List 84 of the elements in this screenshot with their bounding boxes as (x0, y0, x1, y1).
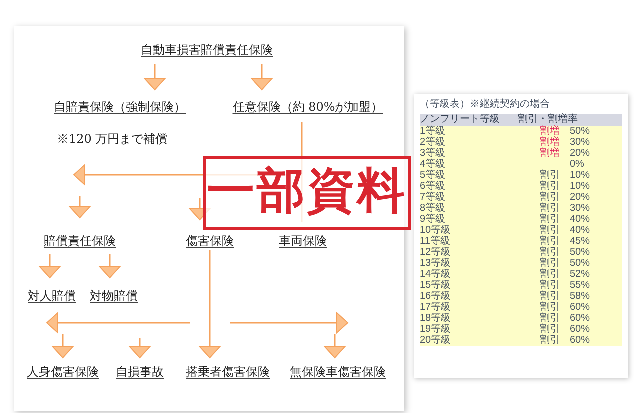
rate-type: 割引 (540, 258, 561, 269)
down-arrow (324, 334, 346, 359)
rate-type: 割引 (540, 269, 561, 280)
grade-cell-text: 6等級 (420, 181, 447, 192)
chart-node-label: 搭乗者傷害保険 (186, 364, 270, 380)
grade-cell-text: 16等級 (420, 291, 452, 302)
chart-node-label: 車両保険 (279, 233, 327, 249)
down-arrow (98, 254, 122, 279)
grade-cell-text: 2等級 (420, 137, 447, 148)
rate-type: 割引 (540, 335, 561, 346)
rate-type: 割引 (540, 313, 561, 324)
grade-cell-text: 7等級 (420, 192, 447, 203)
rate-value: 40% (570, 214, 590, 225)
rate-value: 60% (570, 335, 590, 346)
grade-cell-text: 5等級 (420, 170, 447, 181)
grade-cell-text: 12等級 (420, 247, 452, 258)
rate-type: 割増 (540, 126, 561, 137)
chart-node-label: 無保険車傷害保険 (290, 364, 386, 380)
rate-type: 割引 (540, 214, 561, 225)
rate-value: 30% (570, 203, 590, 214)
grade-cell-text: 17等級 (420, 302, 452, 313)
table-title: （等級表）※継続契約の場合 (420, 98, 551, 112)
rate-value: 40% (570, 225, 590, 236)
rate-value: 50% (570, 258, 590, 269)
rate-value: 50% (570, 126, 590, 137)
grade-cell-text: 10等級 (420, 225, 452, 236)
rate-type: 割引 (540, 247, 561, 258)
grade-cell-text: 8等級 (420, 203, 447, 214)
rate-type: 割増 (540, 137, 561, 148)
rate-type: 割引 (540, 225, 561, 236)
grade-cell-text: 14等級 (420, 269, 452, 280)
grade-cell-text: 11等級 (420, 236, 452, 247)
rate-type: 割引 (540, 192, 561, 203)
rate-value: 60% (570, 302, 590, 313)
chart-node-label: 傷害保険 (186, 233, 234, 249)
rate-value: 30% (570, 137, 590, 148)
rate-value: 58% (570, 291, 590, 302)
grade-cell-text: 20等級 (420, 335, 452, 346)
rate-type: 割引 (540, 324, 561, 335)
rate-value: 52% (570, 269, 590, 280)
chart-node-label: 任意保険（約 80%が加盟） (232, 99, 384, 115)
rate-value: 55% (570, 280, 590, 291)
chart-node-label: 自動車損害賠償責任保険 (141, 42, 273, 58)
grade-cell-text: 1等級 (420, 126, 447, 137)
rate-type: 割引 (540, 170, 561, 181)
chart-node-label: 人身傷害保険 (27, 364, 99, 380)
chart-node-label: 対人賠償 (28, 288, 76, 304)
rate-value: 10% (570, 170, 590, 181)
rate-value: 45% (570, 236, 590, 247)
rate-value: 20% (570, 192, 590, 203)
chart-node-label: 対物賠償 (90, 288, 138, 304)
rate-value: 0% (570, 159, 584, 170)
rate-type: 割引 (540, 203, 561, 214)
rate-value: 50% (570, 247, 590, 258)
grade-cell-text: 9等級 (420, 214, 447, 225)
down-arrow (52, 334, 74, 359)
down-arrow (128, 338, 152, 359)
down-arrow (250, 64, 274, 91)
rate-value: 20% (570, 148, 590, 159)
rate-value: 60% (570, 324, 590, 335)
rate-type: 割引 (540, 181, 561, 192)
stamp: 一部資料 (203, 156, 411, 230)
down-arrow (68, 196, 92, 219)
column-header: 割引・割増率 (518, 114, 579, 126)
chart-node-label: 自損事故 (116, 364, 164, 380)
rate-type: 割引 (540, 302, 561, 313)
chart-node-label: 自賠責保険（強制保険） (54, 99, 186, 115)
grade-cell-text: 13等級 (420, 258, 452, 269)
down-arrow (38, 254, 62, 279)
grade-cell-text: 3等級 (420, 148, 447, 159)
grade-cell-text: 4等級 (420, 159, 447, 170)
grade-cell-text: 18等級 (420, 313, 452, 324)
rate-type: 割引 (540, 291, 561, 302)
chart-node-label: 賠償責任保険 (44, 233, 116, 249)
rate-type: 割引 (540, 236, 561, 247)
rate-type: 割増 (540, 148, 561, 159)
grade-cell-text: 19等級 (420, 324, 452, 335)
note-text: ※120 万円まで補償 (57, 131, 168, 147)
down-arrow (144, 64, 166, 91)
rate-value: 10% (570, 181, 590, 192)
rate-value: 60% (570, 313, 590, 324)
grade-cell-text: 15等級 (420, 280, 452, 291)
column-header: ノンフリート等級 (420, 114, 501, 126)
rate-type: 割引 (540, 280, 561, 291)
